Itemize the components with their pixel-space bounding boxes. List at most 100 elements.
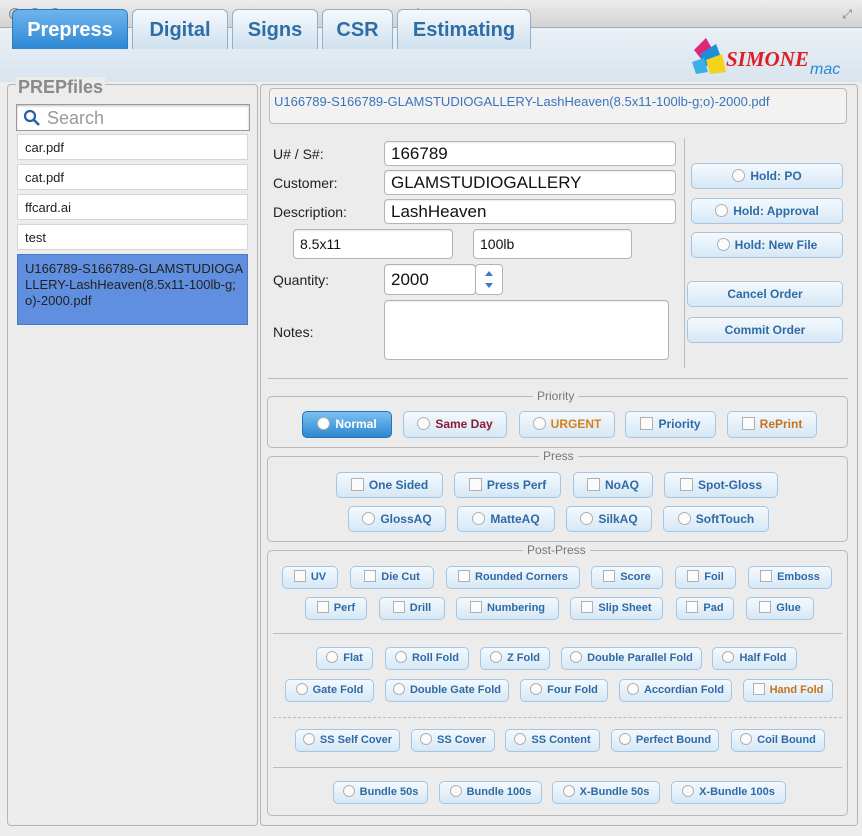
tab-csr[interactable]: CSR [322,9,393,49]
double-gate-fold-radio-icon [392,683,405,695]
commit-order-button[interactable]: Commit Order [687,317,843,343]
description-field[interactable]: LashHeaven [384,199,676,224]
one-sided-button[interactable]: One Sided [336,472,443,498]
description-label: Description: [273,204,347,220]
ss-content-button[interactable]: SS Content [505,729,600,752]
flat-radio-icon [326,651,339,663]
tab-signs[interactable]: Signs [232,9,318,49]
double-parallel-fold-button[interactable]: Double Parallel Fold [561,647,702,670]
perf-button[interactable]: Perf [305,597,367,620]
uv-button[interactable]: UV [282,566,338,589]
glue-checkbox-icon [759,601,772,613]
ss-cover-button[interactable]: SS Cover [411,729,495,752]
file-item[interactable]: car.pdf [17,134,248,160]
us-label: U# / S#: [273,146,324,162]
stepper-up-icon [485,271,493,276]
bundle-100s-button[interactable]: Bundle 100s [439,781,542,804]
priority-urgent-button[interactable]: URGENT [519,411,615,438]
tab-estimating[interactable]: Estimating [397,9,531,49]
spot-gloss-button[interactable]: Spot-Gloss [664,472,778,498]
foil-button[interactable]: Foil [675,566,736,589]
pad-button[interactable]: Pad [676,597,734,620]
us-number-field[interactable]: 166789 [384,141,676,166]
slip-sheet-checkbox-icon [581,601,594,613]
four-fold-button[interactable]: Four Fold [520,679,608,702]
score-button[interactable]: Score [591,566,663,589]
priority-normal-button[interactable]: Normal [302,411,392,438]
glue-button[interactable]: Glue [746,597,814,620]
z-fold-radio-icon [490,651,502,663]
ss-self-cover-button[interactable]: SS Self Cover [295,729,400,752]
hand-fold-checkbox-icon [752,683,765,695]
bundle-50s-button[interactable]: Bundle 50s [333,781,428,804]
quantity-stepper[interactable] [475,264,503,295]
tab-prepress[interactable]: Prepress [12,9,128,49]
hand-fold-button[interactable]: Hand Fold [743,679,833,702]
cancel-order-button[interactable]: Cancel Order [687,281,843,307]
press-perf-checkbox-icon [468,478,482,491]
notes-field[interactable] [384,300,669,360]
press-perf-button[interactable]: Press Perf [454,472,561,498]
priority-same-day-button[interactable]: Same Day [403,411,507,438]
double-parallel-fold-radio-icon [570,651,583,663]
gate-fold-button[interactable]: Gate Fold [285,679,374,702]
rounded-corners-button[interactable]: Rounded Corners [446,566,580,589]
noaq-button[interactable]: NoAQ [573,472,653,498]
glossaq-radio-icon [362,512,376,525]
size-field[interactable]: 8.5x11 [293,229,453,259]
matteaq-button[interactable]: MatteAQ [457,506,555,532]
normal-radio-icon [317,417,331,430]
slip-sheet-button[interactable]: Slip Sheet [570,597,663,620]
roll-fold-button[interactable]: Roll Fold [385,647,469,670]
search-input[interactable]: Search [16,104,250,131]
x-bundle-50s-button[interactable]: X-Bundle 50s [552,781,660,804]
double-gate-fold-button[interactable]: Double Gate Fold [385,679,509,702]
half-fold-button[interactable]: Half Fold [712,647,797,670]
urgent-radio-icon [532,417,546,430]
file-item[interactable]: cat.pdf [17,164,248,190]
numbering-button[interactable]: Numbering [456,597,559,620]
flat-button[interactable]: Flat [316,647,373,670]
fullscreen-icon[interactable]: ⤢ [842,7,852,22]
file-path-display: U166789-S166789-GLAMSTUDIOGALLERY-LashHe… [269,88,847,124]
coil-bound-button[interactable]: Coil Bound [731,729,825,752]
file-item[interactable]: ffcard.ai [17,194,248,220]
softtouch-button[interactable]: SoftTouch [663,506,769,532]
z-fold-button[interactable]: Z Fold [480,647,550,670]
score-checkbox-icon [603,570,616,582]
emboss-button[interactable]: Emboss [748,566,832,589]
perfect-bound-radio-icon [618,733,631,745]
search-placeholder: Search [47,108,105,128]
priority-checkbox-button[interactable]: Priority [625,411,716,438]
one-sided-checkbox-icon [350,478,364,491]
file-item[interactable]: test [17,224,248,250]
file-item-selected[interactable]: U166789-S166789-GLAMSTUDIOGALLERY-LashHe… [17,254,248,325]
glossaq-button[interactable]: GlossAQ [348,506,446,532]
customer-label: Customer: [273,175,338,191]
die-cut-button[interactable]: Die Cut [350,566,434,589]
x-bundle-100s-button[interactable]: X-Bundle 100s [671,781,786,804]
reprint-button[interactable]: RePrint [727,411,817,438]
silkaq-radio-icon [580,512,594,525]
priority-title: Priority [533,389,579,403]
noaq-checkbox-icon [587,478,600,491]
notes-label: Notes: [273,324,314,340]
bundle-100s-radio-icon [449,785,462,797]
drill-button[interactable]: Drill [379,597,445,620]
separator [268,378,848,379]
silkaq-button[interactable]: SilkAQ [566,506,652,532]
search-icon [23,109,40,126]
perfect-bound-button[interactable]: Perfect Bound [611,729,719,752]
tab-digital[interactable]: Digital [132,9,228,49]
customer-field[interactable]: GLAMSTUDIOGALLERY [384,170,676,195]
hold-new-file-button[interactable]: Hold: New File [691,232,843,258]
quantity-field[interactable]: 2000 [384,264,476,295]
stock-field[interactable]: 100lb [473,229,632,259]
reprint-checkbox-icon [741,417,755,430]
emboss-checkbox-icon [760,570,773,582]
coil-bound-radio-icon [740,733,753,745]
hold-po-button[interactable]: Hold: PO [691,163,843,189]
x-bundle-50s-radio-icon [562,785,575,797]
hold-approval-button[interactable]: Hold: Approval [691,198,843,224]
accordian-fold-button[interactable]: Accordian Fold [619,679,732,702]
